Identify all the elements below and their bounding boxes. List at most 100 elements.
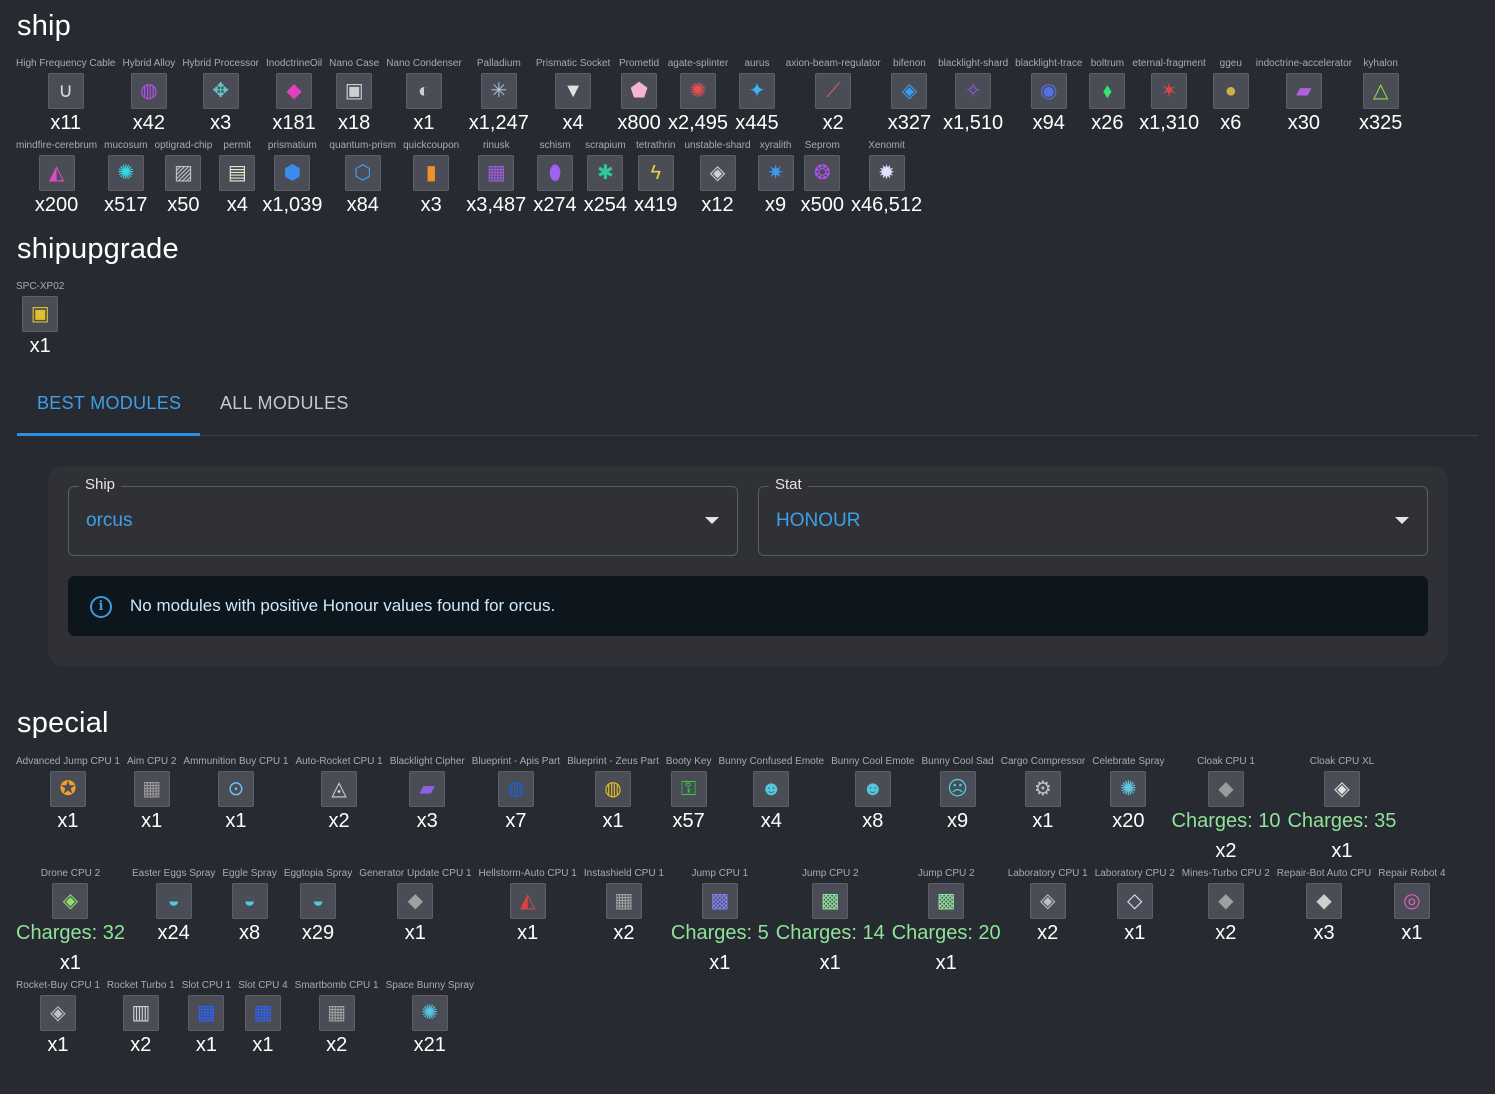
inventory-item[interactable]: Cloak CPU XL ◈ Charges: 35 x1: [1285, 756, 1398, 868]
inventory-item[interactable]: permit ▤ x4: [217, 140, 257, 222]
inventory-item[interactable]: Blueprint - Zeus Part ◍ x1: [565, 756, 661, 868]
inventory-item[interactable]: blacklight-shard ✧ x1,510: [936, 58, 1010, 140]
inventory-item[interactable]: Nano Case ▣ x18: [327, 58, 381, 140]
inventory-item[interactable]: Laboratory CPU 1 ◈ x2: [1006, 868, 1090, 980]
inventory-item[interactable]: mindfire-cerebrum ◭ x200: [14, 140, 99, 222]
inventory-item[interactable]: Rocket-Buy CPU 1 ◈ x1: [14, 980, 102, 1092]
item-quantity: x1: [59, 952, 82, 974]
item-quantity: x1: [252, 1034, 274, 1056]
item-quantity: x274: [533, 194, 577, 216]
item-label: Cloak CPU XL: [1309, 756, 1375, 767]
inventory-item[interactable]: Eggle Spray ◒ x8: [220, 868, 278, 980]
inventory-item[interactable]: tetrathrin ϟ x419: [632, 140, 679, 222]
ship-select[interactable]: Ship orcus: [68, 476, 738, 556]
inventory-item[interactable]: Jump CPU 2 ▩ Charges: 14 x1: [774, 868, 887, 980]
inventory-item[interactable]: Mines-Turbo CPU 2 ◆ x2: [1180, 868, 1272, 980]
inventory-item[interactable]: Jump CPU 2 ▩ Charges: 20 x1: [890, 868, 1003, 980]
inventory-item[interactable]: Hybrid Alloy ◍ x42: [121, 58, 178, 140]
inventory-item[interactable]: Repair Robot 4 ◎ x1: [1376, 868, 1447, 980]
inventory-item[interactable]: Prometid ⬟ x800: [615, 58, 662, 140]
inventory-item[interactable]: schism ⬮ x274: [531, 140, 578, 222]
inventory-item[interactable]: rinusk ▦ x3,487: [464, 140, 528, 222]
schism-icon: ⬮: [537, 155, 573, 191]
inventory-item[interactable]: Ammunition Buy CPU 1 ⊙ x1: [181, 756, 290, 868]
inventory-item[interactable]: Bunny Cool Emote ☻ x8: [829, 756, 916, 868]
inventory-item[interactable]: Cloak CPU 1 ◆ Charges: 10 x2: [1170, 756, 1283, 868]
inventory-item[interactable]: Easter Eggs Spray ◒ x24: [130, 868, 217, 980]
item-label: bifenon: [893, 58, 926, 69]
inventory-item[interactable]: Space Bunny Spray ✺ x21: [384, 980, 476, 1092]
inventory-item[interactable]: Eggtopia Spray ◒ x29: [282, 868, 354, 980]
spray-icon: ◒: [300, 883, 337, 919]
item-quantity: x517: [104, 194, 148, 216]
inventory-item[interactable]: quantum-prism ⬡ x84: [327, 140, 398, 222]
inventory-item[interactable]: xyralith ✷ x9: [756, 140, 796, 222]
inventory-item[interactable]: Rocket Turbo 1 ▥ x2: [105, 980, 177, 1092]
inventory-item[interactable]: Nano Condenser ◐ x1: [384, 58, 464, 140]
inventory-item[interactable]: indoctrine-accelerator ▰ x30: [1254, 58, 1354, 140]
ship-items-grid: High Frequency Cable ∪ x11 Hybrid Alloy ◍ x42…: [14, 58, 1481, 222]
inventory-item[interactable]: Auto-Rocket CPU 1 ◬ x2: [293, 756, 384, 868]
item-quantity: x1: [819, 952, 841, 974]
inventory-item[interactable]: kyhalon △ x325: [1357, 58, 1404, 140]
item-quantity: x42: [132, 112, 166, 134]
inventory-item[interactable]: unstable-shard ◈ x12: [682, 140, 752, 222]
inventory-item[interactable]: Seprom ❂ x500: [799, 140, 846, 222]
tab-all-modules[interactable]: ALL MODULES: [220, 393, 349, 414]
section-title-ship: ship: [17, 10, 71, 42]
inventory-item[interactable]: Celebrate Spray ✺ x20: [1090, 756, 1166, 868]
inventory-item[interactable]: High Frequency Cable ∪ x11: [14, 58, 118, 140]
oil-icon: ◆: [276, 73, 313, 109]
spray-icon: ✺: [411, 995, 448, 1031]
inventory-item[interactable]: Bunny Cool Sad ☹ x9: [919, 756, 995, 868]
inventory-item[interactable]: quickcoupon ▮ x3: [401, 140, 461, 222]
shield-cpu-icon: ▦: [605, 883, 642, 919]
inventory-item[interactable]: Advanced Jump CPU 1 ✪ x1: [14, 756, 122, 868]
inventory-item[interactable]: Smartbomb CPU 1 ▦ x2: [293, 980, 381, 1092]
stat-select[interactable]: Stat HONOUR: [758, 476, 1428, 556]
inventory-item[interactable]: boltrum ⬧ x26: [1087, 58, 1127, 140]
inventory-item[interactable]: bifenon ◈ x327: [886, 58, 933, 140]
inventory-item[interactable]: eternal-fragment ✶ x1,310: [1130, 58, 1207, 140]
inventory-item[interactable]: agate-splinter ✺ x2,495: [666, 58, 731, 140]
item-quantity: x2: [1215, 922, 1237, 944]
inventory-item[interactable]: Slot CPU 4 ▦ x1: [236, 980, 289, 1092]
cloak-cpu-icon: ◆: [1207, 771, 1244, 807]
item-charges: Charges: 35: [1287, 810, 1397, 832]
inventory-item[interactable]: prismatium ⬢ x1,039: [260, 140, 324, 222]
inventory-item[interactable]: scrapium ✱ x254: [582, 140, 629, 222]
inventory-item[interactable]: InodctrineOil ◆ x181: [264, 58, 324, 140]
inventory-item[interactable]: mucosum ✺ x517: [102, 140, 149, 222]
inventory-item[interactable]: Repair-Bot Auto CPU ◆ x3: [1275, 868, 1374, 980]
inventory-item[interactable]: Bunny Confused Emote ☻ x4: [716, 756, 826, 868]
inventory-item[interactable]: SPC-XP02 ▣ x1: [14, 281, 66, 363]
inventory-item[interactable]: Laboratory CPU 2 ◇ x1: [1093, 868, 1177, 980]
inventory-item[interactable]: optigrad-chip ▨ x50: [153, 140, 215, 222]
robot-icon: ◎: [1393, 883, 1430, 919]
inventory-item[interactable]: Blueprint - Apis Part ◍ x7: [470, 756, 562, 868]
tab-best-modules[interactable]: BEST MODULES: [37, 393, 181, 414]
inventory-item[interactable]: Hellstorm-Auto CPU 1 ◭ x1: [477, 868, 579, 980]
inventory-item[interactable]: Palladium ✳ x1,247: [467, 58, 531, 140]
inventory-item[interactable]: Cargo Compressor ⚙ x1: [999, 756, 1087, 868]
inventory-item[interactable]: Aim CPU 2 ▦ x1: [125, 756, 178, 868]
inventory-item[interactable]: aurus ✦ x445: [733, 58, 780, 140]
inventory-item[interactable]: axion-beam-regulator ⟋ x2: [784, 58, 883, 140]
inventory-item[interactable]: Generator Update CPU 1 ◆ x1: [357, 868, 473, 980]
item-quantity: x3: [416, 810, 438, 832]
item-label: Slot CPU 1: [181, 980, 232, 991]
spray-icon: ◒: [231, 883, 268, 919]
scrapium-icon: ✱: [587, 155, 624, 191]
inventory-item[interactable]: blacklight-trace ◉ x94: [1013, 58, 1084, 140]
inventory-item[interactable]: Booty Key ⚿ x57: [664, 756, 714, 868]
inventory-item[interactable]: Jump CPU 1 ▩ Charges: 5 x1: [669, 868, 771, 980]
item-label: Laboratory CPU 1: [1007, 868, 1088, 879]
inventory-item[interactable]: Slot CPU 1 ▦ x1: [180, 980, 233, 1092]
inventory-item[interactable]: Blacklight Cipher ▰ x3: [388, 756, 467, 868]
inventory-item[interactable]: Prismatic Socket ▼ x4: [534, 58, 612, 140]
inventory-item[interactable]: ggeu ● x6: [1211, 58, 1251, 140]
inventory-item[interactable]: Drone CPU 2 ◈ Charges: 32 x1: [14, 868, 127, 980]
inventory-item[interactable]: Hybrid Processor ✥ x3: [180, 58, 261, 140]
inventory-item[interactable]: Instashield CPU 1 ▦ x2: [582, 868, 666, 980]
inventory-item[interactable]: Xenomit ✹ x46,512: [849, 140, 924, 222]
